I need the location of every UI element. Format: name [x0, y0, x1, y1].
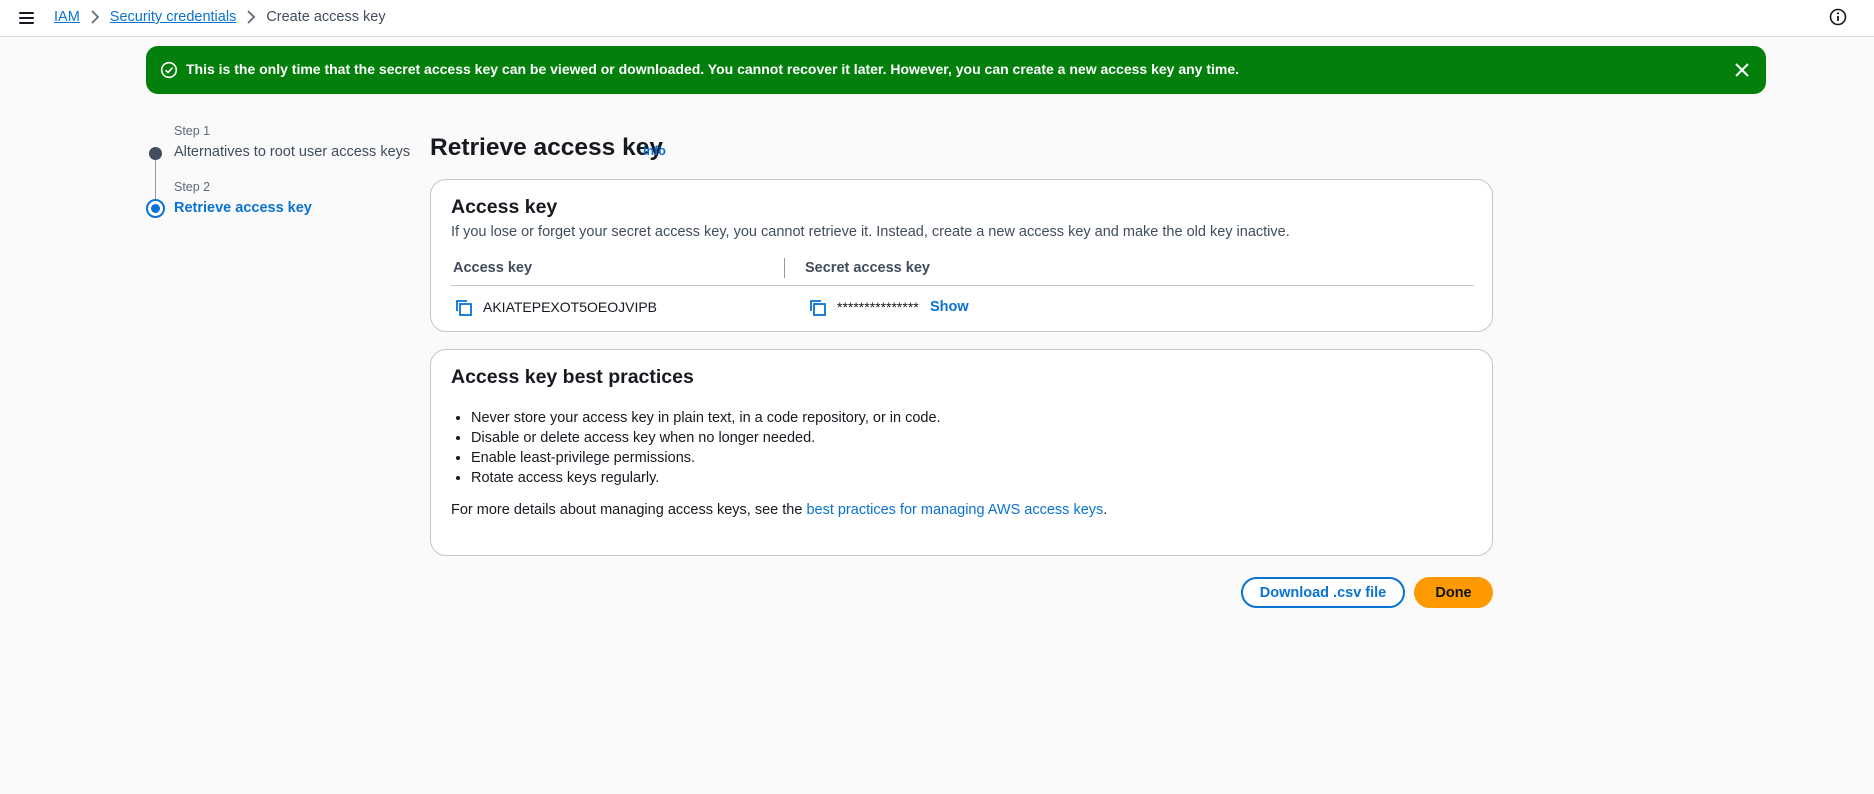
- step-1-title[interactable]: Alternatives to root user access keys: [174, 144, 410, 160]
- secret-access-key-masked: ***************: [837, 299, 919, 315]
- done-button[interactable]: Done: [1414, 577, 1493, 608]
- step-completed-indicator: [149, 147, 162, 160]
- breadcrumb-security-credentials[interactable]: Security credentials: [110, 9, 237, 25]
- breadcrumb-iam[interactable]: IAM: [54, 9, 80, 25]
- access-key-description: If you lose or forget your secret access…: [451, 224, 1290, 240]
- success-flash-banner: This is the only time that the secret ac…: [146, 46, 1766, 94]
- info-circle-icon[interactable]: [1829, 8, 1847, 26]
- best-practices-container: Access key best practices Never store yo…: [430, 349, 1493, 556]
- top-navigation: IAM Security credentials Create access k…: [0, 0, 1874, 37]
- breadcrumb-current: Create access key: [266, 9, 386, 25]
- page-title: Retrieve access key: [430, 134, 663, 161]
- footer-text: For more details about managing access k…: [451, 502, 803, 518]
- best-practices-link[interactable]: best practices for managing AWS access k…: [806, 502, 1103, 518]
- copy-secret-key-icon[interactable]: [809, 299, 827, 317]
- access-key-heading: Access key: [451, 196, 558, 218]
- footer-period: .: [1103, 502, 1108, 518]
- step-connector: [155, 160, 156, 200]
- chevron-right-icon: [246, 10, 256, 24]
- chevron-right-icon: [90, 10, 100, 24]
- list-item: Rotate access keys regularly.: [471, 468, 941, 488]
- step-active-indicator: [146, 199, 165, 218]
- step-2-label: Step 2: [174, 180, 211, 194]
- breadcrumb: IAM Security credentials Create access k…: [54, 9, 386, 25]
- column-divider: [784, 258, 785, 278]
- list-item: Disable or delete access key when no lon…: [471, 428, 941, 448]
- best-practices-list: Never store your access key in plain tex…: [471, 408, 941, 488]
- list-item: Enable least-privilege permissions.: [471, 448, 941, 468]
- flash-message: This is the only time that the secret ac…: [186, 61, 1240, 77]
- step-2-title: Retrieve access key: [174, 200, 312, 216]
- access-key-container: Access key If you lose or forget your se…: [430, 179, 1493, 332]
- column-header-access-key: Access key: [453, 260, 533, 276]
- best-practices-heading: Access key best practices: [451, 366, 694, 388]
- table-divider: [451, 285, 1474, 286]
- menu-icon[interactable]: [16, 8, 38, 28]
- best-practices-footer: For more details about managing access k…: [451, 502, 1107, 518]
- close-icon[interactable]: [1732, 60, 1752, 80]
- step-1-label: Step 1: [174, 124, 211, 138]
- copy-access-key-icon[interactable]: [455, 299, 473, 317]
- column-header-secret-access-key: Secret access key: [805, 260, 930, 276]
- list-item: Never store your access key in plain tex…: [471, 408, 941, 428]
- access-key-value: AKIATEPEXOT5OEOJVIPB: [483, 299, 658, 315]
- check-circle-icon: [160, 61, 178, 79]
- download-csv-button[interactable]: Download .csv file: [1241, 577, 1405, 608]
- show-secret-button[interactable]: Show: [930, 299, 969, 315]
- info-link[interactable]: Info: [643, 144, 666, 158]
